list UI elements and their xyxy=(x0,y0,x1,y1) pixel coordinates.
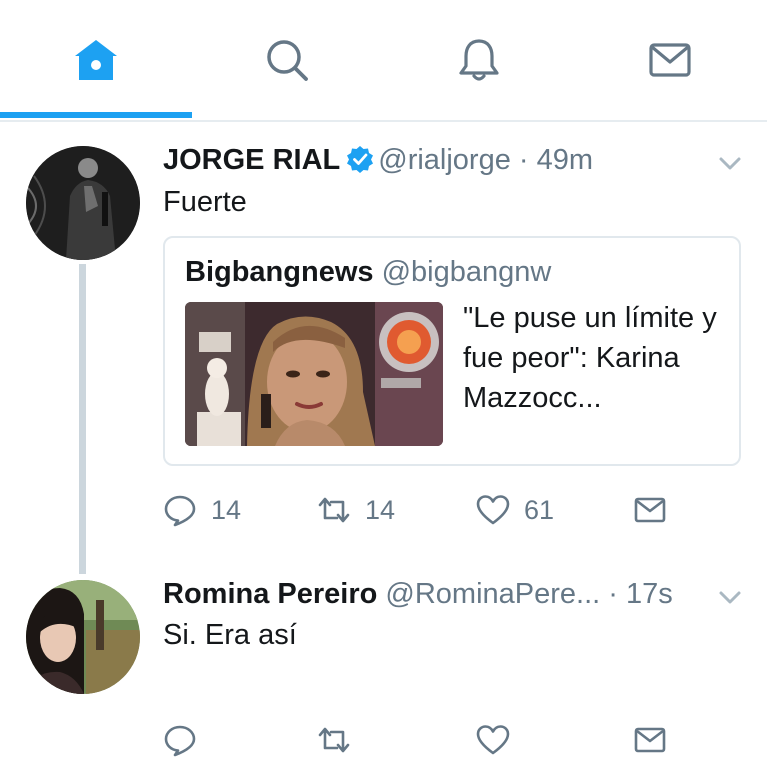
tweet-actions: 14 14 61 xyxy=(163,490,723,530)
thread-connector-line xyxy=(79,264,86,574)
envelope-icon xyxy=(634,497,666,523)
verified-badge-icon xyxy=(347,146,374,173)
search-icon xyxy=(267,40,308,81)
author-name[interactable]: Romina Pereiro xyxy=(163,578,377,610)
like-button[interactable]: 61 xyxy=(476,490,554,530)
active-tab-indicator xyxy=(0,112,192,118)
tweet-actions xyxy=(163,720,723,760)
tab-notifications[interactable] xyxy=(449,30,509,90)
timestamp[interactable]: 17s xyxy=(626,578,673,610)
heart-icon xyxy=(476,725,510,755)
avatar[interactable] xyxy=(26,146,140,260)
retweet-button[interactable] xyxy=(317,720,365,760)
retweet-icon xyxy=(318,727,350,753)
author-name[interactable]: JORGE RIAL xyxy=(163,144,340,176)
author-handle[interactable]: @rialjorge xyxy=(378,144,511,176)
retweet-count: 14 xyxy=(365,494,396,525)
reply-icon xyxy=(164,725,196,757)
tab-search[interactable] xyxy=(257,30,317,90)
tweet-header: Romina Pereiro @RominaPere... · 17s xyxy=(163,576,673,612)
reply-button[interactable] xyxy=(163,720,211,760)
like-count: 61 xyxy=(524,494,555,525)
quoted-author-handle: @bigbangnw xyxy=(381,256,552,288)
quoted-tweet-card[interactable]: Bigbangnews @bigbangnw "Le puse un límit… xyxy=(163,236,741,466)
retweet-icon xyxy=(318,497,350,523)
home-icon xyxy=(75,40,117,80)
reply-button[interactable]: 14 xyxy=(163,490,241,530)
tab-messages[interactable] xyxy=(640,30,700,90)
tweet-text: Si. Era así xyxy=(163,619,297,651)
messages-envelope-icon xyxy=(649,43,691,77)
direct-message-button[interactable] xyxy=(633,720,667,760)
timestamp[interactable]: 49m xyxy=(537,144,593,176)
separator-dot: · xyxy=(608,578,618,610)
quoted-tweet-text: "Le puse un límite y fue peor": Karina M… xyxy=(463,302,717,414)
quoted-tweet-thumbnail[interactable] xyxy=(185,302,443,446)
heart-icon xyxy=(476,495,510,525)
top-navigation-bar xyxy=(0,0,767,122)
tweet-text: Fuerte xyxy=(163,186,247,218)
tab-home[interactable] xyxy=(66,30,126,90)
direct-message-button[interactable] xyxy=(633,490,667,530)
chevron-down-icon[interactable] xyxy=(715,148,745,178)
retweet-button[interactable]: 14 xyxy=(317,490,395,530)
author-handle[interactable]: @RominaPere... xyxy=(385,578,600,610)
quoted-tweet-header: Bigbangnews @bigbangnw xyxy=(185,254,551,290)
separator-dot: · xyxy=(518,144,529,176)
like-button[interactable] xyxy=(476,720,524,760)
notifications-bell-icon xyxy=(459,39,499,81)
reply-icon xyxy=(164,495,196,527)
envelope-icon xyxy=(634,727,666,753)
avatar[interactable] xyxy=(26,580,140,694)
tweet-header: JORGE RIAL @rialjorge · 49m xyxy=(163,142,593,178)
quoted-author-name: Bigbangnews xyxy=(185,256,374,288)
reply-count: 14 xyxy=(211,494,242,525)
chevron-down-icon[interactable] xyxy=(715,582,745,612)
